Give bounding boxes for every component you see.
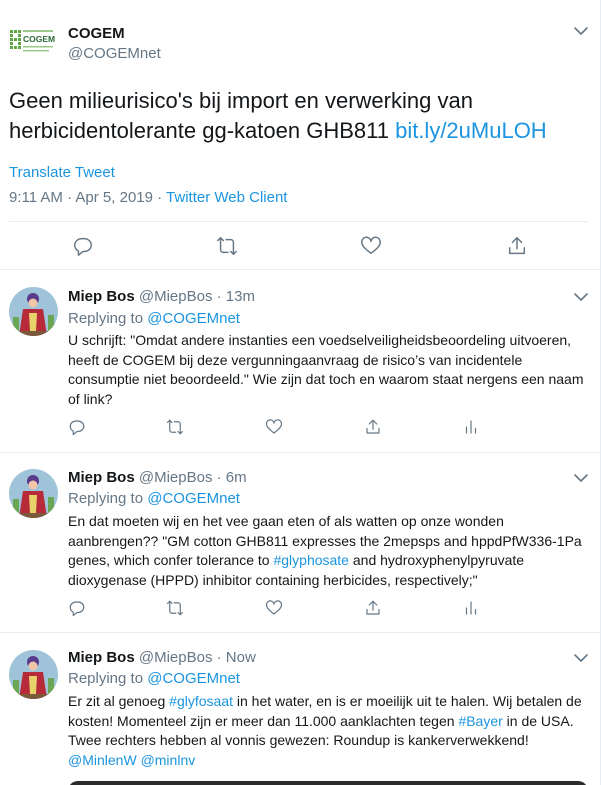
reply-tweet: Miep Bos @MiepBos · 13m Replying to @COG… [0,270,600,453]
tweet-link[interactable]: bit.ly/2uMuLOH [395,118,547,143]
reply-time[interactable]: 13m [226,288,255,305]
tweet-client-link[interactable]: Twitter Web Client [166,189,287,206]
like-icon[interactable] [360,235,384,259]
reply-tweet: Miep Bos @MiepBos · 6m Replying to @COGE… [0,453,600,633]
share-icon[interactable] [364,599,384,619]
avatar[interactable] [9,650,58,699]
avatar[interactable] [9,287,58,336]
reply-icon[interactable] [68,599,88,619]
reply-text: U schrijft: "Omdat andere instanties een… [68,332,584,407]
svg-text:COGEM: COGEM [23,34,55,44]
reply-text: Er zit al genoeg #glyfosaat in het water… [68,692,588,770]
retweet-icon[interactable] [216,235,240,259]
main-tweet: COGEM COGEM @COGEMnet Geen milieurisico'… [0,0,600,270]
chevron-down-icon[interactable] [573,471,589,485]
author-name[interactable]: COGEM [68,25,125,42]
author-handle[interactable]: @MiepBos [139,288,213,305]
mention-link[interactable]: @MinlenW [68,752,137,768]
author-handle[interactable]: @MiepBos [139,469,213,486]
reply-time[interactable]: Now [226,649,256,666]
separator: · [212,469,226,486]
replying-to: Replying to @COGEMnet [68,310,240,327]
author-name[interactable]: Miep Bos [68,469,135,486]
hashtag-link[interactable]: #glyfosaat [169,693,233,709]
reply-icon[interactable] [68,418,88,438]
share-icon[interactable] [506,235,530,259]
author-handle[interactable]: @MiepBos [139,649,213,666]
retweet-icon[interactable] [166,418,186,438]
replying-label: Replying to [68,490,148,507]
avatar[interactable] [9,469,58,518]
mention-link[interactable]: @minlnv [141,752,196,768]
reply-header: Miep Bos @MiepBos · 13m [68,288,255,305]
replying-label: Replying to [68,670,148,687]
replying-to-handle[interactable]: @COGEMnet [147,670,240,687]
retweet-icon[interactable] [166,599,186,619]
reply-header: Miep Bos @MiepBos · Now [68,649,256,666]
tweet-timestamp[interactable]: 9:11 AM · Apr 5, 2019 · [9,189,166,206]
replying-to-handle[interactable]: @COGEMnet [147,490,240,507]
reply-icon[interactable] [72,235,96,259]
tweet-text: Geen milieurisico's bij import en verwer… [9,86,594,146]
author-handle[interactable]: @COGEMnet [68,45,161,62]
replying-to-handle[interactable]: @COGEMnet [147,310,240,327]
author-name[interactable]: Miep Bos [68,288,135,305]
share-icon[interactable] [364,418,384,438]
analytics-icon[interactable] [462,599,482,619]
hashtag-link[interactable]: #Bayer [458,713,502,729]
chevron-down-icon[interactable] [573,24,589,38]
replying-to: Replying to @COGEMnet [68,490,240,507]
separator: · [212,288,226,305]
chevron-down-icon[interactable] [573,290,589,304]
like-icon[interactable] [265,418,285,438]
separator: · [212,649,226,666]
tweet-thread: COGEM COGEM @COGEMnet Geen milieurisico'… [0,0,601,785]
reply-text-part: Er zit al genoeg [68,693,170,709]
tweet-meta: 9:11 AM · Apr 5, 2019 · Twitter Web Clie… [9,189,287,206]
reply-time[interactable]: 6m [226,469,247,486]
reply-tweet: Miep Bos @MiepBos · Now Replying to @COG… [0,633,600,785]
media-preview[interactable] [68,781,588,785]
analytics-icon[interactable] [462,418,482,438]
cogem-logo[interactable]: COGEM [9,27,57,57]
author-name[interactable]: Miep Bos [68,649,135,666]
like-icon[interactable] [265,599,285,619]
replying-label: Replying to [68,310,148,327]
divider [9,221,588,222]
chevron-down-icon[interactable] [573,651,589,665]
hashtag-link[interactable]: #glyphosate [273,552,349,568]
translate-tweet-link[interactable]: Translate Tweet [9,164,115,181]
reply-text: En dat moeten wij en het vee gaan eten o… [68,512,588,590]
replying-to: Replying to @COGEMnet [68,670,240,687]
reply-header: Miep Bos @MiepBos · 6m [68,469,247,486]
